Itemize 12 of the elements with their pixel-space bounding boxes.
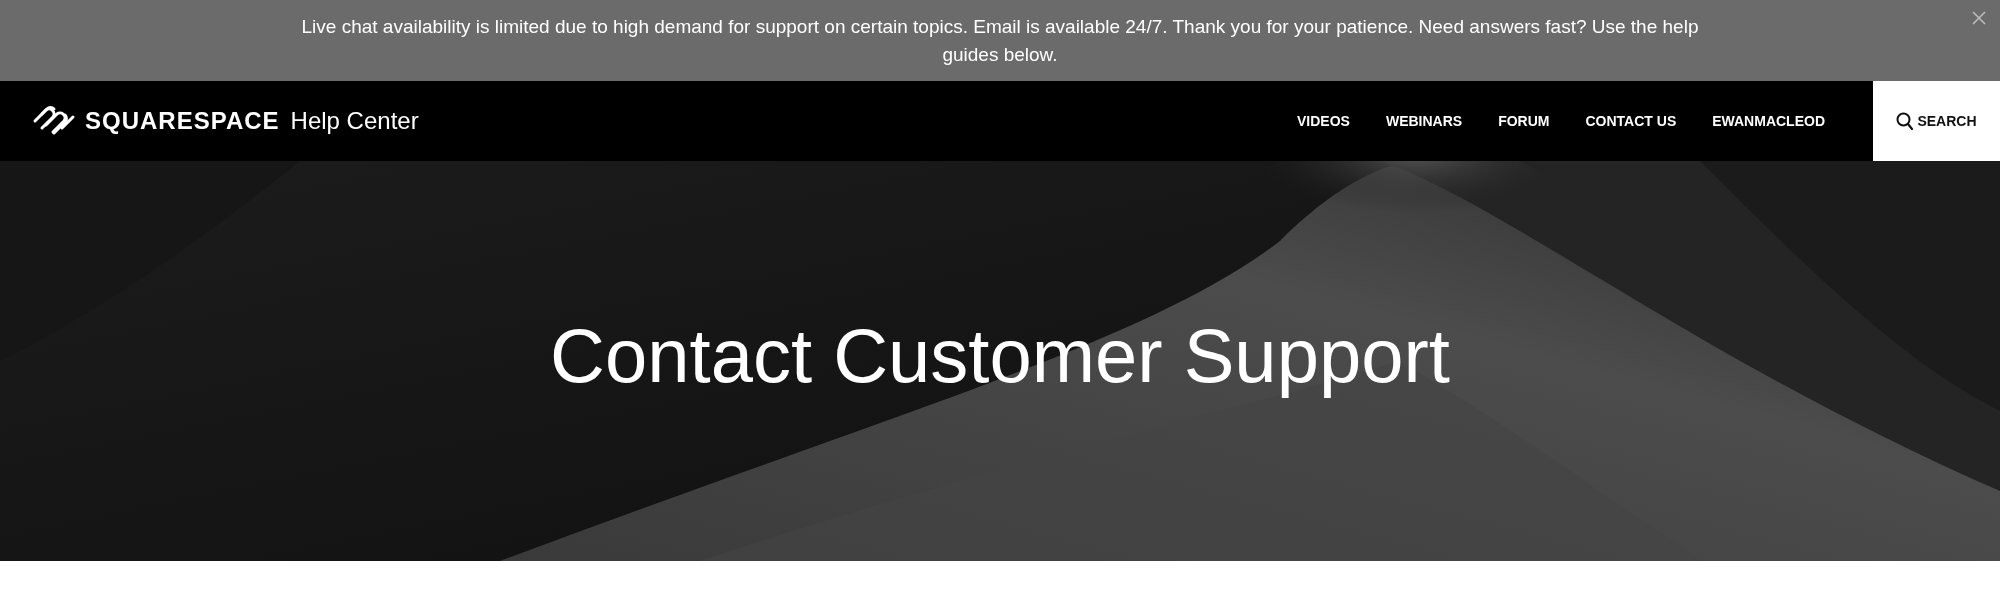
product-name[interactable]: Help Center: [290, 107, 419, 135]
search-button[interactable]: SEARCH: [1873, 81, 2000, 161]
nav-link[interactable]: VIDEOS: [1297, 113, 1350, 129]
announcement-text: Live chat availability is limited due to high demand for support on certain topics. Email is available 24/7. Thank you for your patience. Need answers fast? Use the help guides below.: [300, 14, 1700, 67]
search-icon: [1896, 112, 1914, 130]
close-icon[interactable]: [1972, 11, 1986, 25]
nav-link[interactable]: FORUM: [1498, 113, 1550, 129]
nav-link[interactable]: WEBINARS: [1385, 113, 1463, 129]
brand-name[interactable]: SQUARESPACE: [85, 107, 280, 135]
page-title: Contact Customer Support: [550, 312, 1450, 400]
nav-link[interactable]: EWANMACLEOD: [1712, 113, 1825, 129]
nav-link[interactable]: CONTACT US: [1585, 113, 1677, 129]
